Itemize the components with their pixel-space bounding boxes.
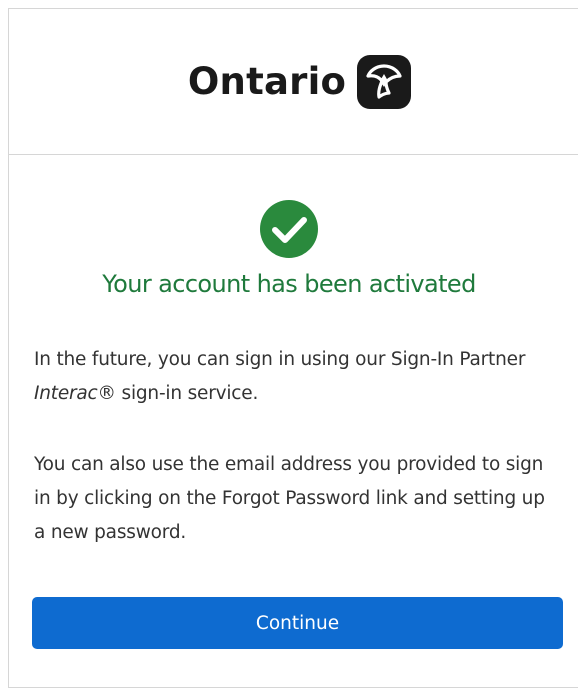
ontario-logo: Ontario [188,54,412,110]
trillium-icon [357,54,412,109]
continue-button[interactable]: Continue [32,597,563,649]
forgot-password-info-text: You can also use the email address you p… [34,454,545,543]
paragraph1-prefix: In the future, you can sign in using our… [34,349,526,370]
check-circle-icon [260,200,318,258]
logo-text: Ontario [187,60,347,103]
page-header: Ontario [9,9,578,155]
interac-brand: Interac [34,383,98,404]
paragraph1-suffix: ® sign-in service. [97,383,259,404]
sign-in-info-text: In the future, you can sign in using our… [34,343,554,411]
success-title: Your account has been activated [102,270,476,298]
